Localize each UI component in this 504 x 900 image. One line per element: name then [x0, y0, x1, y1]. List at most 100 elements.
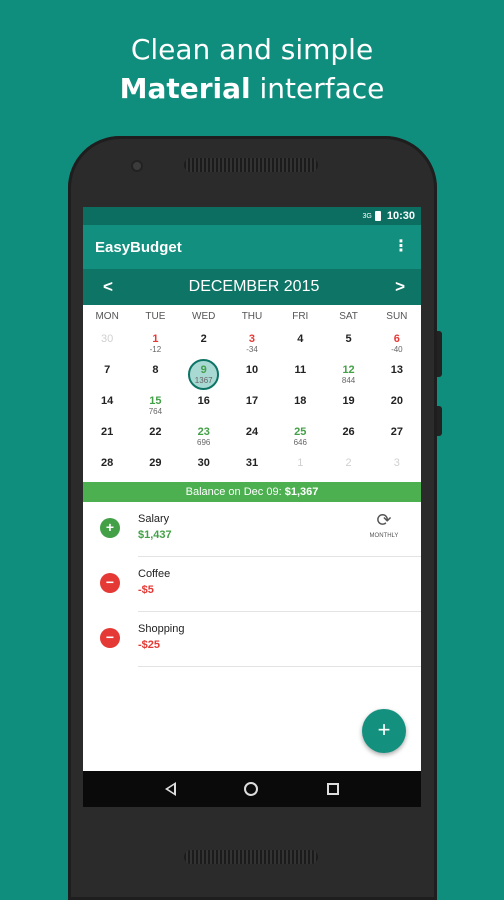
calendar-day[interactable]: 11 — [276, 358, 324, 389]
day-number: 28 — [101, 457, 114, 469]
day-number: 1 — [152, 333, 159, 345]
calendar-day[interactable]: 7 — [83, 358, 131, 389]
weekday-label: THU — [241, 310, 263, 322]
day-number: 1 — [297, 457, 304, 469]
calendar-day[interactable]: 1 -12 — [131, 327, 179, 358]
calendar-day[interactable]: 3 — [373, 451, 421, 482]
day-number: 24 — [245, 426, 259, 438]
weekday-label: WED — [192, 310, 216, 322]
balance-bar: Balance on Dec 09: $1,367 — [83, 482, 421, 502]
weekday-label: MON — [95, 310, 119, 322]
calendar-day[interactable]: 23 696 — [180, 420, 228, 451]
entry-name: Salary — [138, 513, 170, 525]
expense-minus-icon: − — [100, 573, 120, 593]
volume-button — [437, 331, 442, 377]
day-number: 12 — [342, 364, 355, 376]
calendar-day[interactable]: 14 — [83, 389, 131, 420]
calendar-day[interactable]: 22 — [131, 420, 179, 451]
calendar-day[interactable]: 15 764 — [131, 389, 179, 420]
recurring-indicator: ⟳ MONTHLY — [365, 510, 403, 539]
prev-month-button[interactable]: < — [103, 277, 113, 297]
calendar-day[interactable]: 17 — [228, 389, 276, 420]
recurring-label: MONTHLY — [369, 533, 399, 539]
day-number: 8 — [152, 364, 159, 376]
day-number: 9 — [200, 364, 207, 376]
weekday-header: MON TUE WED THU FRI SAT SUN — [83, 305, 421, 327]
day-balance: -12 — [149, 345, 162, 354]
entry-amount: $1,437 — [138, 529, 172, 541]
day-balance: 696 — [197, 438, 211, 447]
day-number: 6 — [393, 333, 400, 345]
headline-line-1: Clean and simple — [130, 33, 374, 66]
headline-line-2: Material interface — [0, 70, 504, 108]
weekday-label: SAT — [339, 310, 358, 322]
day-balance: 1367 — [194, 376, 213, 385]
headline-bold-word: Material — [119, 72, 251, 105]
calendar-day[interactable]: 27 — [373, 420, 421, 451]
calendar-day[interactable]: 30 — [83, 327, 131, 358]
calendar-day[interactable]: 2 — [324, 451, 372, 482]
calendar-day[interactable]: 24 — [228, 420, 276, 451]
calendar-day[interactable]: 2 — [180, 327, 228, 358]
calendar-grid: 30 1 -12 2 3 -34 4 5 6 -40 7 8 9 1367 10 11 12 844 13 14 15 7… — [83, 327, 421, 482]
weekday-label: SUN — [386, 310, 408, 322]
calendar-day[interactable]: 12 844 — [324, 358, 372, 389]
day-number: 29 — [149, 457, 162, 469]
status-bar: 3G 10:30 — [83, 207, 421, 225]
day-number: 14 — [101, 395, 114, 407]
calendar-day[interactable]: 25 646 — [276, 420, 324, 451]
calendar-day[interactable]: 29 — [131, 451, 179, 482]
entry-amount: -$5 — [138, 584, 154, 596]
camera-icon — [131, 160, 143, 172]
day-number: 4 — [297, 333, 304, 345]
battery-icon — [374, 211, 381, 221]
day-balance: 844 — [341, 376, 356, 385]
day-number: 20 — [390, 395, 403, 407]
calendar-day[interactable]: 19 — [324, 389, 372, 420]
calendar-day[interactable]: 28 — [83, 451, 131, 482]
entry-row[interactable]: + Salary $1,437 ⟳ MONTHLY — [83, 502, 421, 557]
calendar-day[interactable]: 31 — [228, 451, 276, 482]
calendar-day[interactable]: 18 — [276, 389, 324, 420]
entry-row[interactable]: − Coffee -$5 — [83, 557, 421, 612]
top-speaker — [184, 158, 318, 172]
calendar-day[interactable]: 10 — [228, 358, 276, 389]
calendar-day[interactable]: 21 — [83, 420, 131, 451]
calendar-day[interactable]: 13 — [373, 358, 421, 389]
day-number: 18 — [294, 395, 307, 407]
day-number: 30 — [197, 457, 210, 469]
day-number: 2 — [200, 333, 207, 345]
expense-minus-icon: − — [100, 628, 120, 648]
day-number: 3 — [248, 333, 256, 345]
month-title: DECEMBER 2015 — [188, 278, 320, 295]
recents-icon[interactable] — [326, 783, 339, 795]
day-number: 26 — [342, 426, 355, 438]
next-month-button[interactable]: > — [395, 277, 405, 297]
add-entry-button[interactable]: + — [362, 709, 406, 753]
calendar-day[interactable]: 1 — [276, 451, 324, 482]
back-icon[interactable] — [165, 782, 177, 796]
calendar-day[interactable]: 6 -40 — [373, 327, 421, 358]
day-number: 5 — [345, 333, 352, 345]
entry-row[interactable]: − Shopping -$25 — [83, 612, 421, 667]
day-number: 7 — [104, 364, 111, 376]
calendar-day-selected[interactable]: 9 1367 — [180, 358, 228, 390]
home-icon[interactable] — [244, 782, 259, 796]
day-balance: 646 — [293, 438, 307, 447]
app-bar: EasyBudget ⋮ — [83, 225, 421, 269]
calendar-day[interactable]: 5 — [324, 327, 372, 358]
more-vert-icon[interactable]: ⋮ — [393, 239, 409, 255]
day-number: 25 — [294, 426, 307, 438]
calendar-day[interactable]: 20 — [373, 389, 421, 420]
day-number: 15 — [149, 395, 162, 407]
income-plus-icon: + — [100, 518, 120, 538]
calendar-day[interactable]: 30 — [180, 451, 228, 482]
calendar-day[interactable]: 26 — [324, 420, 372, 451]
calendar-day[interactable]: 8 — [131, 358, 179, 389]
calendar-day[interactable]: 4 — [276, 327, 324, 358]
calendar-day[interactable]: 3 -34 — [228, 327, 276, 358]
calendar-day[interactable]: 16 — [180, 389, 228, 420]
promo-headline: Clean and simple Material interface — [0, 30, 504, 108]
entry-name: Shopping — [138, 623, 185, 635]
status-time: 10:30 — [386, 210, 415, 222]
